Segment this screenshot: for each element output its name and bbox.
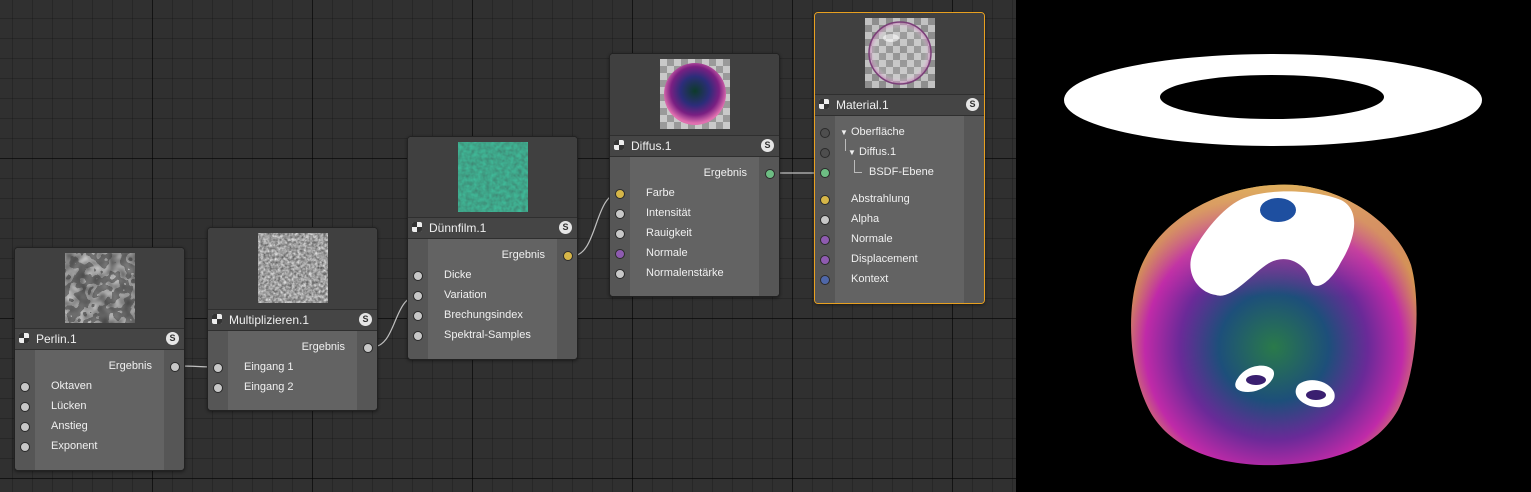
halo-ring	[1064, 54, 1482, 146]
input-label: Oktaven	[51, 380, 92, 392]
node-title: Multiplizieren.1	[229, 313, 310, 327]
tree-item-bsdf-ebene[interactable]: BSDF-Ebene	[869, 166, 934, 178]
input-port-normalenstaerke[interactable]	[615, 269, 625, 279]
node-header[interactable]: Diffus.1 S	[610, 135, 779, 157]
input-port-kontext[interactable]	[820, 275, 830, 285]
node-title: Perlin.1	[36, 332, 77, 346]
perlin-noise-thumbnail	[64, 253, 135, 323]
tree-item-diffus[interactable]: ▼ Diffus.1	[848, 146, 896, 158]
output-port-ergebnis[interactable]	[765, 169, 775, 179]
input-label: Spektral-Samples	[444, 329, 531, 341]
expand-arrow-icon[interactable]: ▼	[840, 128, 848, 137]
input-label: Abstrahlung	[851, 193, 910, 205]
node-perlin[interactable]: Perlin.1 S Ergebnis Oktaven Lücken Ansti…	[14, 247, 185, 471]
output-port-ergebnis[interactable]	[170, 362, 180, 372]
node-preview	[15, 248, 184, 328]
input-label: Normale	[646, 247, 688, 259]
shader-icon	[819, 99, 829, 109]
multiply-result-thumbnail	[257, 233, 328, 303]
node-title: Diffus.1	[631, 139, 672, 153]
tree-item-oberflaeche[interactable]: ▼ Oberfläche	[840, 126, 905, 138]
node-preview	[208, 228, 377, 309]
input-label: Eingang 2	[244, 381, 294, 393]
input-port-alpha[interactable]	[820, 215, 830, 225]
input-port-dicke[interactable]	[413, 271, 423, 281]
node-header[interactable]: Material.1 S	[815, 94, 984, 116]
expand-arrow-icon[interactable]: ▼	[848, 148, 856, 157]
input-label: Alpha	[851, 213, 880, 225]
input-port-brechungsindex[interactable]	[413, 311, 423, 321]
node-material[interactable]: Material.1 S ▼ Oberfläche ▼ Diffus.1 BSD…	[814, 12, 985, 304]
input-port-abstrahlung[interactable]	[820, 195, 830, 205]
input-port-farbe[interactable]	[615, 189, 625, 199]
input-label: Kontext	[851, 273, 889, 285]
material-sphere-thumbnail	[864, 18, 935, 88]
input-label: Farbe	[646, 187, 675, 199]
node-title: Material.1	[836, 98, 889, 112]
node-multiply[interactable]: Multiplizieren.1 S Ergebnis Eingang 1 Ei…	[207, 227, 378, 411]
input-label: Lücken	[51, 400, 87, 412]
input-label: Dicke	[444, 269, 472, 281]
input-port-luecken[interactable]	[20, 402, 30, 412]
node-diffuse[interactable]: Diffus.1 S Ergebnis Farbe Intensität Rau…	[609, 53, 780, 297]
input-port-diffus[interactable]	[820, 148, 830, 158]
input-port-eingang-2[interactable]	[213, 383, 223, 393]
input-label: Variation	[444, 289, 487, 301]
input-label: Normalenstärke	[646, 267, 724, 279]
thinfilm-thumbnail	[457, 142, 528, 212]
node-preview	[610, 54, 779, 135]
input-label: Intensität	[646, 207, 691, 219]
input-port-bsdf-ebene[interactable]	[820, 168, 830, 178]
shader-icon	[614, 140, 624, 150]
input-port-normale[interactable]	[615, 249, 625, 259]
output-port-ergebnis[interactable]	[363, 343, 373, 353]
input-port-eingang-1[interactable]	[213, 363, 223, 373]
input-label: Eingang 1	[244, 361, 294, 373]
solo-button[interactable]: S	[761, 139, 774, 152]
output-port-ergebnis[interactable]	[563, 251, 573, 261]
input-port-oktaven[interactable]	[20, 382, 30, 392]
node-preview	[815, 13, 984, 94]
input-label: Displacement	[851, 253, 918, 265]
diffuse-sphere-thumbnail	[659, 59, 730, 129]
input-label: Anstieg	[51, 420, 88, 432]
input-port-intensitaet[interactable]	[615, 209, 625, 219]
node-editor-canvas[interactable]: Perlin.1 S Ergebnis Oktaven Lücken Ansti…	[0, 0, 1016, 492]
input-label: Normale	[851, 233, 893, 245]
input-port-variation[interactable]	[413, 291, 423, 301]
node-preview	[408, 137, 577, 217]
input-port-spektral-samples[interactable]	[413, 331, 423, 341]
input-port-normale[interactable]	[820, 235, 830, 245]
input-port-rauigkeit[interactable]	[615, 229, 625, 239]
shader-icon	[412, 222, 422, 232]
rendered-bubble-image	[1064, 54, 1482, 466]
output-label: Ergebnis	[703, 167, 747, 179]
output-label: Ergebnis	[108, 360, 152, 372]
shader-icon	[19, 333, 29, 343]
input-port-anstieg[interactable]	[20, 422, 30, 432]
node-header[interactable]: Multiplizieren.1 S	[208, 309, 377, 331]
input-port-exponent[interactable]	[20, 442, 30, 452]
input-port-oberflaeche[interactable]	[820, 128, 830, 138]
input-port-displacement[interactable]	[820, 255, 830, 265]
input-label: Brechungsindex	[444, 309, 523, 321]
solo-button[interactable]: S	[359, 313, 372, 326]
node-thinfilm[interactable]: Dünnfilm.1 S Ergebnis Dicke Variation Br…	[407, 136, 578, 360]
solo-button[interactable]: S	[966, 98, 979, 111]
render-view	[1016, 0, 1531, 492]
input-label: Rauigkeit	[646, 227, 692, 239]
input-label: Exponent	[51, 440, 98, 452]
output-label: Ergebnis	[501, 249, 545, 261]
output-label: Ergebnis	[301, 341, 345, 353]
node-title: Dünnfilm.1	[429, 221, 487, 235]
shader-icon	[212, 314, 222, 324]
solo-button[interactable]: S	[559, 221, 572, 234]
node-header[interactable]: Perlin.1 S	[15, 328, 184, 350]
node-header[interactable]: Dünnfilm.1 S	[408, 217, 577, 239]
solo-button[interactable]: S	[166, 332, 179, 345]
